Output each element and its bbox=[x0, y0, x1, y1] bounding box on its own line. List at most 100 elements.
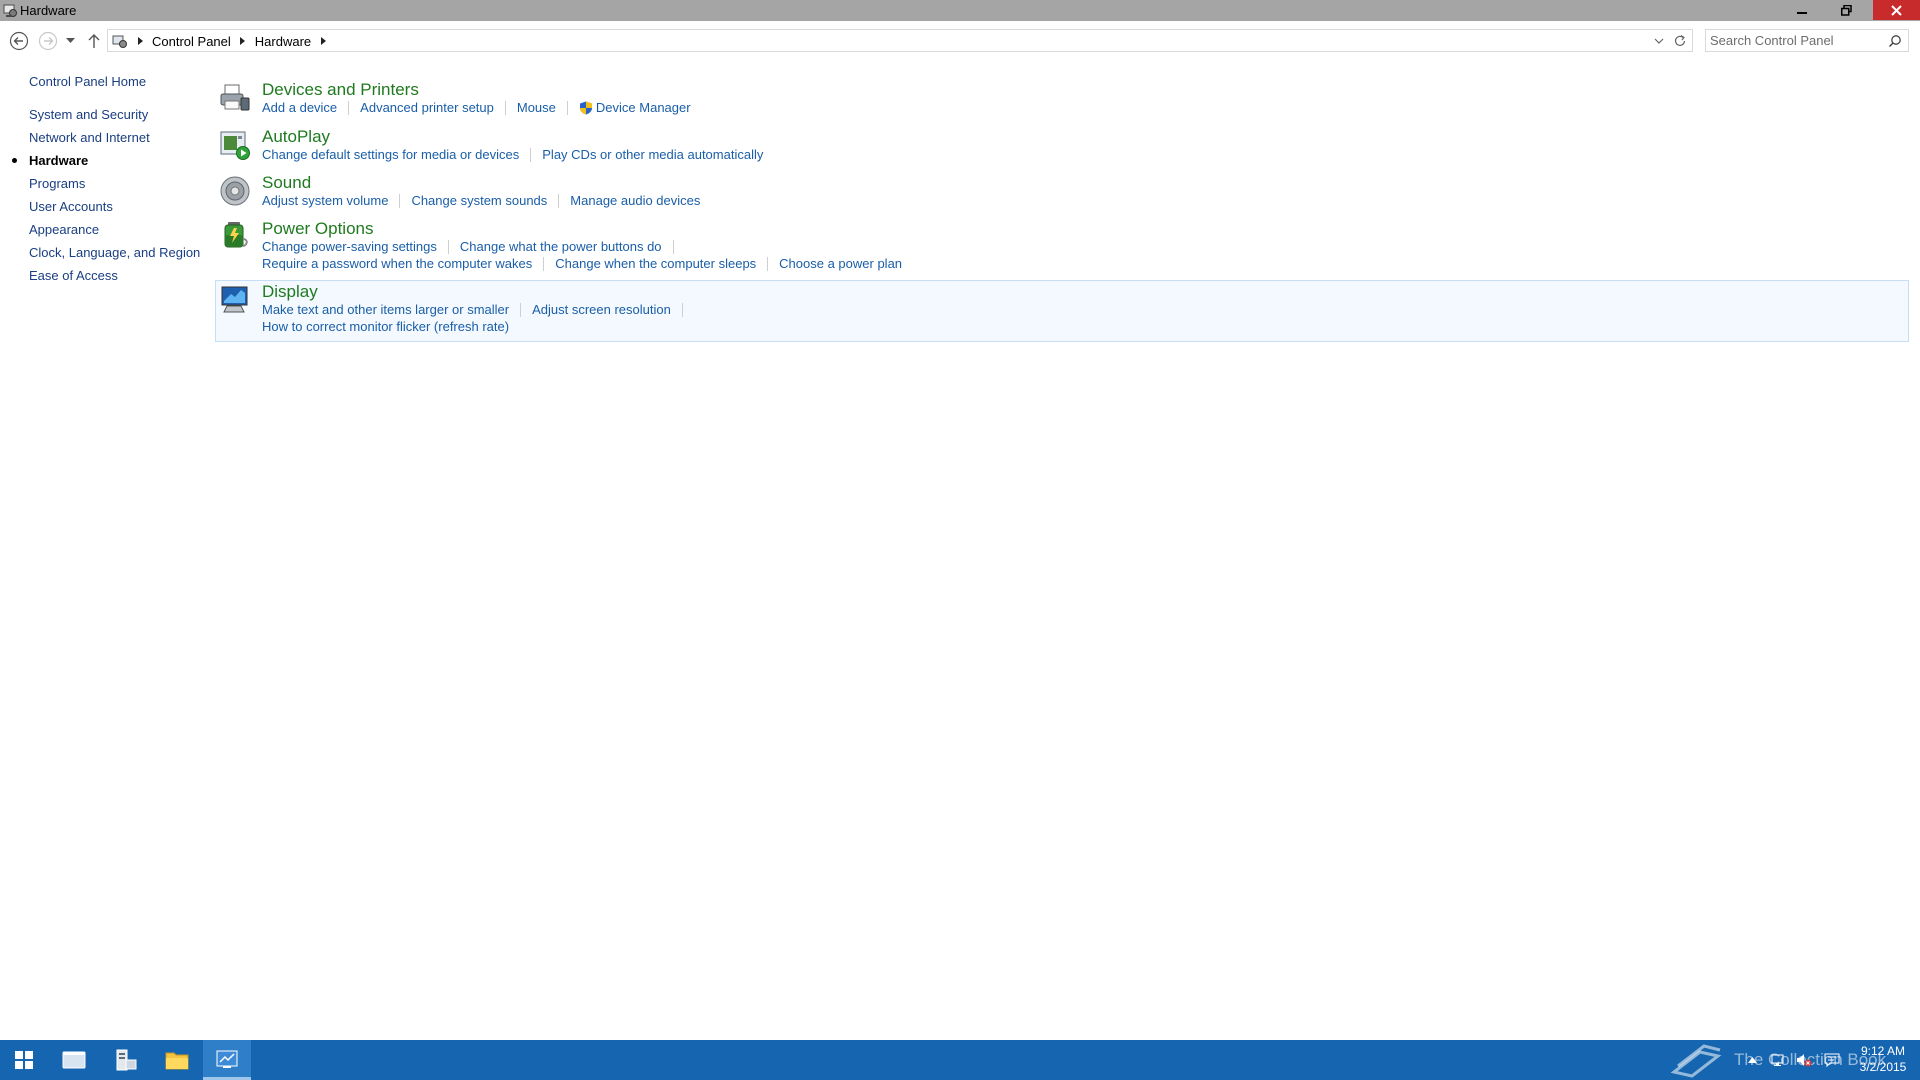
play-cds-automatically-link[interactable]: Play CDs or other media automatically bbox=[542, 147, 763, 162]
monitor-icon[interactable] bbox=[219, 284, 251, 316]
back-button[interactable] bbox=[8, 30, 30, 52]
uac-shield-icon bbox=[579, 101, 593, 115]
up-arrow-icon bbox=[88, 34, 100, 48]
sidebar-item-clock-language-region[interactable]: Clock, Language, and Region bbox=[29, 245, 200, 260]
adjust-system-volume-link[interactable]: Adjust system volume bbox=[262, 193, 388, 208]
restore-icon bbox=[1841, 4, 1852, 16]
windows-logo-icon bbox=[15, 1051, 33, 1069]
task-separator bbox=[558, 193, 560, 208]
power-options-tasks-row-1: Change power-saving settings Change what… bbox=[262, 239, 685, 254]
action-center-button[interactable] bbox=[1823, 1040, 1841, 1080]
volume-muted-icon bbox=[1797, 1054, 1812, 1067]
change-default-media-settings-link[interactable]: Change default settings for media or dev… bbox=[262, 147, 519, 162]
forward-arrow-icon bbox=[38, 31, 58, 51]
taskbar-file-explorer[interactable] bbox=[153, 1040, 201, 1080]
breadcrumb-separator-icon[interactable] bbox=[132, 33, 148, 49]
title-bar: Hardware bbox=[0, 0, 1920, 21]
autoplay-icon[interactable] bbox=[219, 129, 251, 161]
chevron-up-icon bbox=[1747, 1057, 1757, 1063]
current-page-bullet bbox=[12, 158, 17, 163]
adjust-screen-resolution-link[interactable]: Adjust screen resolution bbox=[532, 302, 671, 317]
chevron-down-icon bbox=[1654, 38, 1664, 44]
category-autoplay: AutoPlay Change default settings for med… bbox=[215, 125, 1909, 167]
task-separator bbox=[504, 100, 506, 115]
taskbar-clock[interactable]: 9:12 AM 3/2/2015 bbox=[1855, 1043, 1911, 1075]
monitor-flicker-help-link[interactable]: How to correct monitor flicker (refresh … bbox=[262, 319, 509, 334]
search-box[interactable] bbox=[1705, 29, 1909, 52]
start-button[interactable] bbox=[0, 1040, 48, 1080]
sidebar-item-programs[interactable]: Programs bbox=[29, 176, 85, 191]
volume-tray-button[interactable] bbox=[1795, 1040, 1813, 1080]
minimize-button[interactable] bbox=[1779, 0, 1824, 20]
control-panel-location-icon bbox=[112, 33, 128, 49]
task-separator bbox=[672, 239, 674, 254]
breadcrumb-separator-icon[interactable] bbox=[315, 33, 331, 49]
display-title[interactable]: Display bbox=[262, 282, 318, 302]
clock-time: 9:12 AM bbox=[1860, 1044, 1906, 1058]
clock-date: 3/2/2015 bbox=[1859, 1060, 1907, 1074]
breadcrumb-hardware[interactable]: Hardware bbox=[251, 34, 315, 49]
device-manager-link[interactable]: Device Manager bbox=[596, 100, 691, 115]
search-input[interactable] bbox=[1710, 32, 1880, 49]
sidebar-item-appearance[interactable]: Appearance bbox=[29, 222, 99, 237]
minimize-icon bbox=[1796, 12, 1807, 14]
make-text-larger-link[interactable]: Make text and other items larger or smal… bbox=[262, 302, 509, 317]
category-display: Display Make text and other items larger… bbox=[215, 282, 1909, 340]
advanced-printer-setup-link[interactable]: Advanced printer setup bbox=[360, 100, 494, 115]
task-separator bbox=[767, 256, 769, 271]
refresh-button[interactable] bbox=[1672, 33, 1688, 49]
sidebar-item-user-accounts[interactable]: User Accounts bbox=[29, 199, 113, 214]
refresh-icon bbox=[1674, 35, 1686, 46]
change-when-computer-sleeps-link[interactable]: Change when the computer sleeps bbox=[555, 256, 756, 271]
restore-button[interactable] bbox=[1824, 0, 1869, 20]
task-separator bbox=[566, 100, 568, 115]
sidebar-item-hardware[interactable]: Hardware bbox=[29, 153, 88, 168]
require-password-on-wake-link[interactable]: Require a password when the computer wak… bbox=[262, 256, 532, 271]
network-tray-button[interactable] bbox=[1770, 1040, 1788, 1080]
control-panel-home-link[interactable]: Control Panel Home bbox=[29, 74, 146, 89]
search-icon[interactable] bbox=[1888, 34, 1902, 48]
battery-icon[interactable] bbox=[219, 219, 251, 251]
printer-icon[interactable] bbox=[219, 81, 251, 113]
taskbar-control-panel-active[interactable] bbox=[203, 1040, 251, 1080]
change-system-sounds-link[interactable]: Change system sounds bbox=[411, 193, 547, 208]
address-history-dropdown[interactable] bbox=[1652, 34, 1666, 48]
power-options-tasks-row-2: Require a password when the computer wak… bbox=[262, 256, 902, 271]
close-button[interactable] bbox=[1873, 0, 1920, 20]
sidebar-item-system-and-security[interactable]: System and Security bbox=[29, 107, 148, 122]
folder-icon bbox=[165, 1052, 189, 1070]
show-hidden-icons-button[interactable] bbox=[1745, 1040, 1759, 1080]
control-panel-icon bbox=[216, 1050, 238, 1068]
address-bar[interactable]: Control Panel Hardware bbox=[107, 29, 1693, 52]
choose-power-plan-link[interactable]: Choose a power plan bbox=[779, 256, 902, 271]
taskbar-command-prompt[interactable] bbox=[50, 1040, 98, 1080]
devices-and-printers-title[interactable]: Devices and Printers bbox=[262, 80, 419, 100]
back-arrow-icon bbox=[9, 31, 29, 51]
task-separator bbox=[447, 239, 449, 254]
server-manager-icon bbox=[116, 1049, 137, 1071]
breadcrumb-control-panel[interactable]: Control Panel bbox=[148, 34, 235, 49]
network-icon bbox=[1771, 1054, 1784, 1066]
recent-locations-button[interactable] bbox=[63, 30, 77, 52]
change-power-saving-settings-link[interactable]: Change power-saving settings bbox=[262, 239, 437, 254]
autoplay-title[interactable]: AutoPlay bbox=[262, 127, 330, 147]
display-tasks-row-2: How to correct monitor flicker (refresh … bbox=[262, 319, 509, 334]
up-button[interactable] bbox=[83, 30, 105, 52]
speaker-icon[interactable] bbox=[219, 175, 251, 207]
sidebar-item-network-and-internet[interactable]: Network and Internet bbox=[29, 130, 150, 145]
breadcrumb-separator-icon[interactable] bbox=[235, 33, 251, 49]
book-logo-icon bbox=[1670, 1044, 1722, 1078]
forward-button[interactable] bbox=[37, 30, 59, 52]
sidebar-item-ease-of-access[interactable]: Ease of Access bbox=[29, 268, 118, 283]
task-separator bbox=[399, 193, 401, 208]
close-icon bbox=[1891, 4, 1902, 16]
mouse-link[interactable]: Mouse bbox=[517, 100, 556, 115]
power-options-title[interactable]: Power Options bbox=[262, 219, 374, 239]
breadcrumb: Control Panel Hardware bbox=[132, 33, 331, 49]
window-title: Hardware bbox=[20, 3, 77, 18]
taskbar-server-manager[interactable] bbox=[102, 1040, 150, 1080]
manage-audio-devices-link[interactable]: Manage audio devices bbox=[570, 193, 700, 208]
change-power-buttons-link[interactable]: Change what the power buttons do bbox=[460, 239, 662, 254]
add-a-device-link[interactable]: Add a device bbox=[262, 100, 337, 115]
sound-title[interactable]: Sound bbox=[262, 173, 311, 193]
